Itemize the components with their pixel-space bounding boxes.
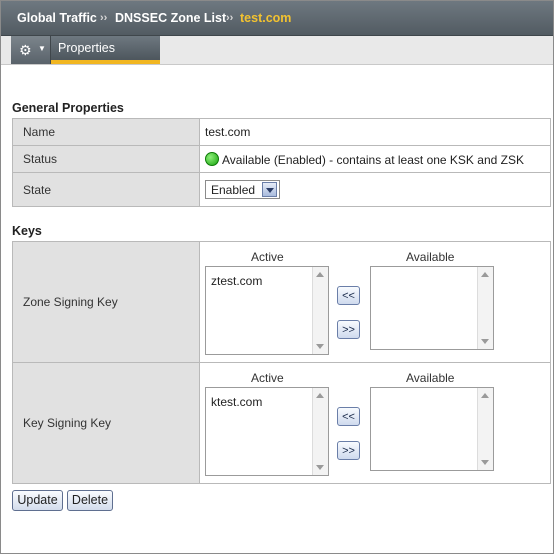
available-column-header: Available <box>406 250 455 264</box>
status-cell: Available (Enabled) - contains at least … <box>199 145 551 173</box>
move-right-button[interactable]: >> <box>337 441 360 460</box>
state-select[interactable]: Enabled <box>205 180 280 199</box>
scroll-down-icon[interactable] <box>316 344 324 349</box>
table-row: Name test.com <box>12 118 551 146</box>
delete-button[interactable]: Delete <box>67 490 113 511</box>
zsk-label: Zone Signing Key <box>12 241 200 363</box>
scrollbar[interactable] <box>477 388 493 470</box>
scroll-down-icon[interactable] <box>481 460 489 465</box>
name-value: test.com <box>199 118 551 146</box>
move-right-button[interactable]: >> <box>337 320 360 339</box>
active-column-header: Active <box>251 250 284 264</box>
gear-menu-button[interactable]: ⚙ ▼ <box>11 36 51 64</box>
list-item[interactable]: ztest.com <box>211 274 262 288</box>
breadcrumb-separator: ›› <box>100 12 108 24</box>
chevron-down-icon: ▼ <box>38 44 46 53</box>
scrollbar[interactable] <box>312 388 328 475</box>
scroll-up-icon[interactable] <box>316 393 324 398</box>
scroll-down-icon[interactable] <box>316 465 324 470</box>
active-column-header: Active <box>251 371 284 385</box>
table-row: Zone Signing Key Active ztest.com << >> … <box>12 241 551 363</box>
status-text: Available (Enabled) - contains at least … <box>222 152 524 167</box>
gear-icon: ⚙ <box>19 42 32 58</box>
scrollbar[interactable] <box>312 267 328 354</box>
scrollbar[interactable] <box>477 267 493 349</box>
available-column-header: Available <box>406 371 455 385</box>
zsk-active-list[interactable]: ztest.com <box>205 266 329 355</box>
scroll-up-icon[interactable] <box>481 393 489 398</box>
breadcrumb-current: test.com <box>240 11 292 25</box>
keys-title: Keys <box>12 224 42 238</box>
general-properties-title: General Properties <box>12 101 124 115</box>
scroll-up-icon[interactable] <box>316 272 324 277</box>
chevron-down-icon[interactable] <box>262 182 277 197</box>
window-frame: Global Traffic ›› DNSSEC Zone List ›› te… <box>0 0 554 554</box>
keys-table: Zone Signing Key Active ztest.com << >> … <box>12 241 551 484</box>
ksk-active-list[interactable]: ktest.com <box>205 387 329 476</box>
state-cell: Enabled <box>199 172 551 207</box>
scroll-up-icon[interactable] <box>481 272 489 277</box>
tab-properties[interactable]: Properties <box>51 36 160 64</box>
breadcrumb-separator: ›› <box>226 12 234 24</box>
status-label: Status <box>12 145 200 173</box>
breadcrumb-dnssec-zone-list[interactable]: DNSSEC Zone List <box>115 11 226 25</box>
ksk-available-list[interactable] <box>370 387 494 471</box>
ksk-cell: Active ktest.com << >> Available <box>199 362 551 484</box>
table-row: State Enabled <box>12 172 551 207</box>
tab-properties-label: Properties <box>58 41 115 55</box>
list-item[interactable]: ktest.com <box>211 395 262 409</box>
status-indicator-icon <box>205 151 219 166</box>
state-select-value: Enabled <box>211 183 256 197</box>
move-left-button[interactable]: << <box>337 407 360 426</box>
breadcrumb: Global Traffic ›› DNSSEC Zone List ›› te… <box>1 1 553 36</box>
ksk-label: Key Signing Key <box>12 362 200 484</box>
breadcrumb-global-traffic[interactable]: Global Traffic <box>17 11 97 25</box>
update-button[interactable]: Update <box>12 490 63 511</box>
table-row: Key Signing Key Active ktest.com << >> A… <box>12 362 551 484</box>
zsk-cell: Active ztest.com << >> Available <box>199 241 551 363</box>
move-left-button[interactable]: << <box>337 286 360 305</box>
tab-bar: ⚙ ▼ Properties <box>1 36 553 65</box>
table-row: Status Available (Enabled) - contains at… <box>12 145 551 173</box>
general-properties-table: Name test.com Status Available (Enabled)… <box>12 118 551 207</box>
name-label: Name <box>12 118 200 146</box>
zsk-available-list[interactable] <box>370 266 494 350</box>
scroll-down-icon[interactable] <box>481 339 489 344</box>
state-label: State <box>12 172 200 207</box>
